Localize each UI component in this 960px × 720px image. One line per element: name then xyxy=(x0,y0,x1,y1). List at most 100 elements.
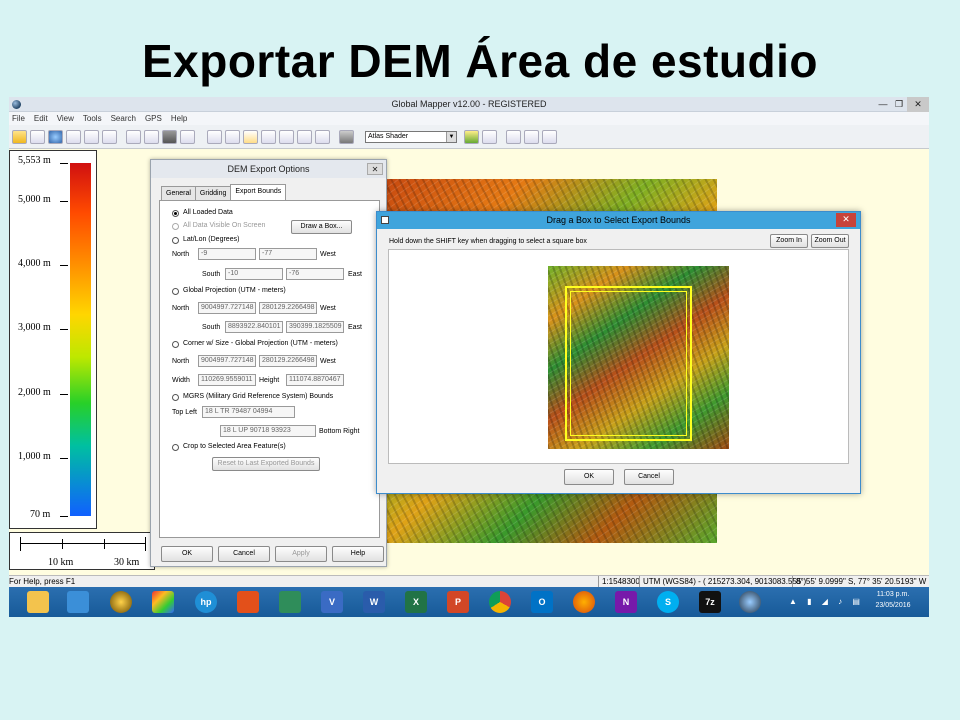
search-icon[interactable] xyxy=(261,130,276,144)
tab-general[interactable]: General xyxy=(161,186,196,200)
menu-search[interactable]: Search xyxy=(111,112,136,125)
powerpoint-icon[interactable]: P xyxy=(447,591,469,613)
latlon-south-field[interactable]: -10 xyxy=(225,268,283,280)
clock-date[interactable]: 23/05/2016 xyxy=(867,602,919,609)
corner-height-field[interactable]: 111074.8870467 xyxy=(286,374,344,386)
menu-file[interactable]: File xyxy=(12,112,25,125)
tools-icon[interactable] xyxy=(102,130,117,144)
dialog-close-button[interactable]: ✕ xyxy=(836,213,856,227)
close-button[interactable]: ✕ xyxy=(907,97,929,112)
file-explorer-icon[interactable] xyxy=(27,591,49,613)
shader-select[interactable]: Atlas Shader ▼ xyxy=(365,131,457,143)
chrome-icon[interactable] xyxy=(489,591,511,613)
digitizer-icon[interactable] xyxy=(279,130,294,144)
dialog-close-button[interactable]: ✕ xyxy=(367,163,383,175)
measure-icon[interactable] xyxy=(225,130,240,144)
menu-edit[interactable]: Edit xyxy=(34,112,48,125)
info-icon[interactable] xyxy=(243,130,258,144)
image-icon[interactable] xyxy=(297,130,312,144)
radio-corner-size[interactable] xyxy=(172,341,179,348)
7zip-icon[interactable]: 7z xyxy=(699,591,721,613)
global-mapper-icon[interactable] xyxy=(739,591,761,613)
menu-gps[interactable]: GPS xyxy=(145,112,162,125)
help-button[interactable]: Help xyxy=(332,546,384,562)
ok-button[interactable]: OK xyxy=(161,546,213,562)
clock-time[interactable]: 11:03 p.m. xyxy=(867,591,919,598)
crosshair-icon[interactable] xyxy=(542,130,557,144)
zoom-in-icon[interactable] xyxy=(126,130,141,144)
tray-icons[interactable]: ▲ ▮ ◢ ♪ ▤ xyxy=(789,597,864,606)
latlon-east-field[interactable]: -76 xyxy=(286,268,344,280)
outlook-icon[interactable]: O xyxy=(531,591,553,613)
select-icon[interactable] xyxy=(207,130,222,144)
shader-options-icon[interactable] xyxy=(464,130,479,144)
skype-icon[interactable]: S xyxy=(657,591,679,613)
office-icon[interactable] xyxy=(237,591,259,613)
zoom-out-button[interactable]: Zoom Out xyxy=(811,234,849,248)
tab-gridding[interactable]: Gridding xyxy=(194,186,232,200)
latlon-north-field[interactable]: -9 xyxy=(198,248,256,260)
tab-export-bounds[interactable]: Export Bounds xyxy=(230,184,287,200)
globe-icon[interactable] xyxy=(48,130,63,144)
corner-width-field[interactable]: 110269.9559011 xyxy=(198,374,256,386)
3d-view-icon[interactable] xyxy=(524,130,539,144)
cancel-button[interactable]: Cancel xyxy=(218,546,270,562)
firefox-icon[interactable] xyxy=(573,591,595,613)
gp-south-field[interactable]: 8893922.840101 xyxy=(225,321,283,333)
ok-button[interactable]: OK xyxy=(564,469,614,485)
minimize-button[interactable]: — xyxy=(875,97,891,112)
gp-east-field[interactable]: 390399.1825509 xyxy=(286,321,344,333)
mgrs-bottom-right-field[interactable]: 18 L UP 90718 93923 xyxy=(220,425,316,437)
profile-icon[interactable] xyxy=(506,130,521,144)
dem-preview-image[interactable] xyxy=(548,266,729,449)
onenote-icon[interactable]: N xyxy=(615,591,637,613)
radio-all-loaded[interactable] xyxy=(172,210,179,217)
radio-crop-selected[interactable] xyxy=(172,444,179,451)
gp-north-field[interactable]: 9004997.727148 xyxy=(198,302,256,314)
scale-bar: 10 km 30 km xyxy=(9,532,155,570)
restore-button[interactable]: ❐ xyxy=(891,97,907,112)
open-folder-icon[interactable] xyxy=(12,130,27,144)
photo-app-icon[interactable] xyxy=(152,591,174,613)
menu-tools[interactable]: Tools xyxy=(83,112,102,125)
home-icon[interactable] xyxy=(180,130,195,144)
menu-view[interactable]: View xyxy=(57,112,74,125)
zoom-out-icon[interactable] xyxy=(144,130,159,144)
north-label: North xyxy=(172,358,190,365)
visio-icon[interactable]: V xyxy=(321,591,343,613)
excel-icon[interactable]: X xyxy=(405,591,427,613)
cancel-button[interactable]: Cancel xyxy=(624,469,674,485)
radio-global-projection[interactable] xyxy=(172,288,179,295)
palette-icon[interactable] xyxy=(482,130,497,144)
radio-latlon[interactable] xyxy=(172,237,179,244)
app-title: Global Mapper v12.00 - REGISTERED xyxy=(391,99,547,109)
corner-west-field[interactable]: 280129.2266498 xyxy=(259,355,317,367)
dialog-caption: DEM Export Options ✕ xyxy=(151,160,386,178)
mgrs-top-left-field[interactable]: 18 L TR 79487 04994 xyxy=(202,406,295,418)
word-icon[interactable]: W xyxy=(363,591,385,613)
gp-west-field[interactable]: 280129.2266498 xyxy=(259,302,317,314)
path-icon[interactable] xyxy=(315,130,330,144)
preview-area[interactable] xyxy=(388,249,849,464)
hp-icon[interactable]: hp xyxy=(195,591,217,613)
menu-help[interactable]: Help xyxy=(171,112,187,125)
corner-north-field[interactable]: 9004997.727148 xyxy=(198,355,256,367)
layers-icon[interactable] xyxy=(66,130,81,144)
radio-mgrs[interactable] xyxy=(172,394,179,401)
tower-icon[interactable] xyxy=(339,130,354,144)
zoom-in-button[interactable]: Zoom In xyxy=(770,234,808,248)
pan-icon[interactable] xyxy=(162,130,177,144)
save-icon[interactable] xyxy=(30,130,45,144)
publisher-icon[interactable] xyxy=(279,591,301,613)
draw-box-button[interactable]: Draw a Box... xyxy=(291,220,352,234)
status-coords: UTM (WGS84) - ( 215273.304, 9013083.555 … xyxy=(639,576,806,587)
reset-bounds-button[interactable]: Reset to Last Exported Bounds xyxy=(212,457,320,471)
media-player-icon[interactable] xyxy=(110,591,132,613)
config-icon[interactable] xyxy=(84,130,99,144)
radio-all-visible[interactable] xyxy=(172,223,179,230)
screenshot: Global Mapper v12.00 - REGISTERED — ❐ ✕ … xyxy=(9,97,929,617)
apply-button[interactable]: Apply xyxy=(275,546,327,562)
selection-box[interactable] xyxy=(565,286,692,441)
latlon-west-field[interactable]: -77 xyxy=(259,248,317,260)
rocket-icon[interactable] xyxy=(67,591,89,613)
